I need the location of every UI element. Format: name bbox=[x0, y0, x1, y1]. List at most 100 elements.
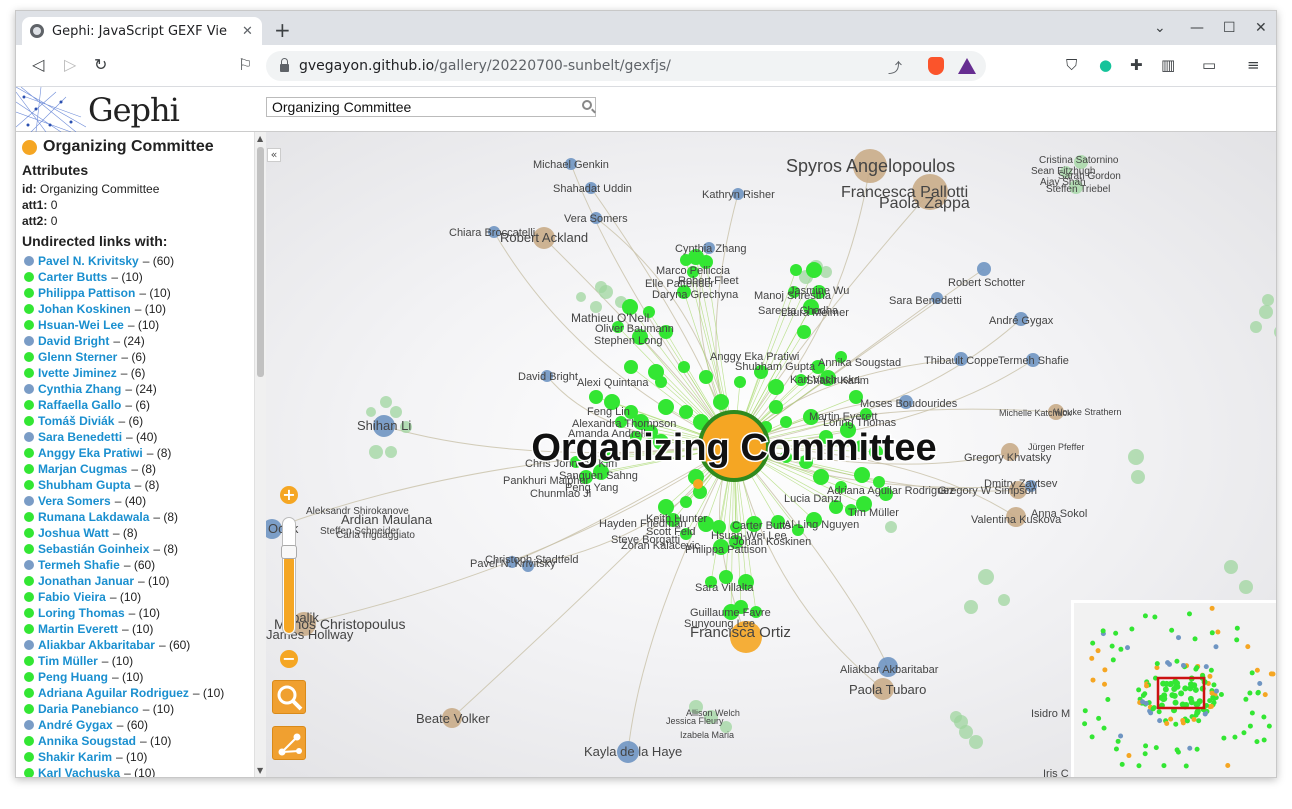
link-item[interactable]: André Gygax – (60) bbox=[24, 717, 256, 733]
graph-node[interactable] bbox=[768, 379, 784, 395]
link-name[interactable]: Aliakbar Akbaritabar bbox=[38, 638, 155, 652]
edges-button[interactable] bbox=[272, 726, 306, 760]
graph-node[interactable] bbox=[1274, 325, 1277, 339]
link-item[interactable]: Peng Huang – (10) bbox=[24, 669, 256, 685]
link-name[interactable]: Martin Everett bbox=[38, 622, 118, 636]
link-item[interactable]: Cynthia Zhang – (24) bbox=[24, 381, 256, 397]
link-name[interactable]: Termeh Shafie bbox=[38, 558, 120, 572]
graph-node[interactable] bbox=[385, 446, 397, 458]
scroll-thumb[interactable] bbox=[257, 147, 264, 377]
graph-node[interactable] bbox=[854, 467, 870, 483]
graph-node[interactable] bbox=[978, 569, 994, 585]
close-window-button[interactable]: ✕ bbox=[1255, 20, 1267, 36]
graph-node[interactable] bbox=[950, 711, 962, 723]
graph-node[interactable] bbox=[658, 399, 674, 415]
link-item[interactable]: Loring Thomas – (10) bbox=[24, 605, 256, 621]
link-name[interactable]: Karl Vachuska bbox=[38, 766, 120, 777]
link-name[interactable]: André Gygax bbox=[38, 718, 113, 732]
link-name[interactable]: Sebastián Goinheix bbox=[38, 542, 149, 556]
graph-node[interactable] bbox=[678, 361, 690, 373]
link-item[interactable]: Glenn Sterner – (6) bbox=[24, 349, 256, 365]
link-item[interactable]: Pavel N. Krivitsky – (60) bbox=[24, 253, 256, 269]
graph-node[interactable] bbox=[679, 405, 693, 419]
link-item[interactable]: Sara Benedetti – (40) bbox=[24, 429, 256, 445]
link-name[interactable]: David Bright bbox=[38, 334, 109, 348]
link-name[interactable]: Sara Benedetti bbox=[38, 430, 122, 444]
link-name[interactable]: Carter Butts bbox=[38, 270, 107, 284]
zoom-out-button[interactable]: − bbox=[280, 650, 298, 668]
link-name[interactable]: Johan Koskinen bbox=[38, 302, 131, 316]
link-item[interactable]: Martin Everett – (10) bbox=[24, 621, 256, 637]
graph-node[interactable] bbox=[885, 521, 897, 533]
graph-node[interactable] bbox=[790, 264, 802, 276]
link-item[interactable]: Joshua Watt – (8) bbox=[24, 525, 256, 541]
forward-button[interactable]: ▷ bbox=[64, 56, 76, 74]
graph-node[interactable] bbox=[998, 594, 1010, 606]
sidebar-toggle-icon[interactable]: ▥ bbox=[1161, 56, 1175, 74]
graph-node[interactable] bbox=[680, 496, 692, 508]
graph-node[interactable] bbox=[655, 376, 667, 388]
link-name[interactable]: Raffaella Gallo bbox=[38, 398, 121, 412]
link-item[interactable]: Raffaella Gallo – (6) bbox=[24, 397, 256, 413]
graph-node[interactable] bbox=[1224, 560, 1238, 574]
link-item[interactable]: Jonathan Januar – (10) bbox=[24, 573, 256, 589]
graph-node[interactable] bbox=[820, 266, 832, 278]
link-item[interactable]: Ivette Jiminez – (6) bbox=[24, 365, 256, 381]
lens-button[interactable] bbox=[272, 680, 306, 714]
link-item[interactable]: Sebastián Goinheix – (8) bbox=[24, 541, 256, 557]
graph-node[interactable] bbox=[589, 390, 603, 404]
minimap[interactable] bbox=[1071, 600, 1276, 777]
graph-canvas[interactable]: Spyros Angelopoulos Francesca Pallotti Pao… bbox=[266, 132, 1277, 777]
link-item[interactable]: Philippa Pattison – (10) bbox=[24, 285, 256, 301]
link-name[interactable]: Rumana Lakdawala bbox=[38, 510, 149, 524]
link-item[interactable]: Karl Vachuska – (10) bbox=[24, 765, 256, 777]
link-name[interactable]: Tomáš Diviák bbox=[38, 414, 114, 428]
graph-node[interactable] bbox=[797, 325, 811, 339]
link-name[interactable]: Daria Panebianco bbox=[38, 702, 139, 716]
link-name[interactable]: Adriana Aguilar Rodriguez bbox=[38, 686, 189, 700]
graph-node[interactable] bbox=[699, 370, 713, 384]
link-item[interactable]: David Bright – (24) bbox=[24, 333, 256, 349]
link-name[interactable]: Vera Somers bbox=[38, 494, 111, 508]
link-item[interactable]: Tim Müller – (10) bbox=[24, 653, 256, 669]
extensions-puzzle-icon[interactable]: ✚ bbox=[1130, 56, 1143, 74]
graph-node[interactable] bbox=[964, 600, 978, 614]
link-item[interactable]: Vera Somers – (40) bbox=[24, 493, 256, 509]
brave-rewards-icon[interactable] bbox=[958, 58, 976, 74]
link-name[interactable]: Peng Huang bbox=[38, 670, 108, 684]
extension-grammarly-icon[interactable]: ● bbox=[1099, 56, 1112, 74]
graph-node[interactable] bbox=[813, 469, 829, 485]
graph-node[interactable] bbox=[1250, 321, 1262, 333]
link-item[interactable]: Tomáš Diviák – (6) bbox=[24, 413, 256, 429]
link-name[interactable]: Glenn Sterner bbox=[38, 350, 117, 364]
link-item[interactable]: Fabio Vieira – (10) bbox=[24, 589, 256, 605]
link-name[interactable]: Tim Müller bbox=[38, 654, 98, 668]
tab-search-icon[interactable]: ⌄ bbox=[1154, 20, 1166, 36]
menu-icon[interactable]: ≡ bbox=[1247, 56, 1260, 74]
graph-node[interactable] bbox=[1239, 580, 1253, 594]
link-name[interactable]: Loring Thomas bbox=[38, 606, 125, 620]
link-item[interactable]: Termeh Shafie – (60) bbox=[24, 557, 256, 573]
graph-node[interactable] bbox=[624, 360, 638, 374]
link-item[interactable]: Rumana Lakdawala – (8) bbox=[24, 509, 256, 525]
link-name[interactable]: Annika Sougstad bbox=[38, 734, 136, 748]
tab-gephi[interactable]: Gephi: JavaScript GEXF Vie ✕ bbox=[22, 17, 262, 45]
link-name[interactable]: Fabio Vieira bbox=[38, 590, 106, 604]
link-name[interactable]: Philippa Pattison bbox=[38, 286, 135, 300]
graph-node[interactable] bbox=[1131, 470, 1145, 484]
maximize-button[interactable]: ☐ bbox=[1223, 20, 1236, 36]
bookmark-icon[interactable]: ⚐ bbox=[238, 56, 252, 74]
zoom-slider[interactable] bbox=[281, 517, 297, 635]
address-bar[interactable]: gvegayon.github.io/gallery/20220700-sunb… bbox=[266, 51, 986, 81]
graph-node[interactable] bbox=[366, 407, 376, 417]
link-item[interactable]: Daria Panebianco – (10) bbox=[24, 701, 256, 717]
link-name[interactable]: Shakir Karim bbox=[38, 750, 112, 764]
graph-node[interactable] bbox=[595, 281, 607, 293]
graph-node[interactable] bbox=[576, 292, 586, 302]
graph-node[interactable] bbox=[1262, 294, 1274, 306]
graph-node[interactable] bbox=[1259, 305, 1273, 319]
graph-node[interactable] bbox=[734, 376, 746, 388]
graph-node[interactable] bbox=[369, 445, 383, 459]
minimize-button[interactable]: — bbox=[1190, 20, 1204, 36]
graph-node[interactable] bbox=[390, 406, 402, 418]
